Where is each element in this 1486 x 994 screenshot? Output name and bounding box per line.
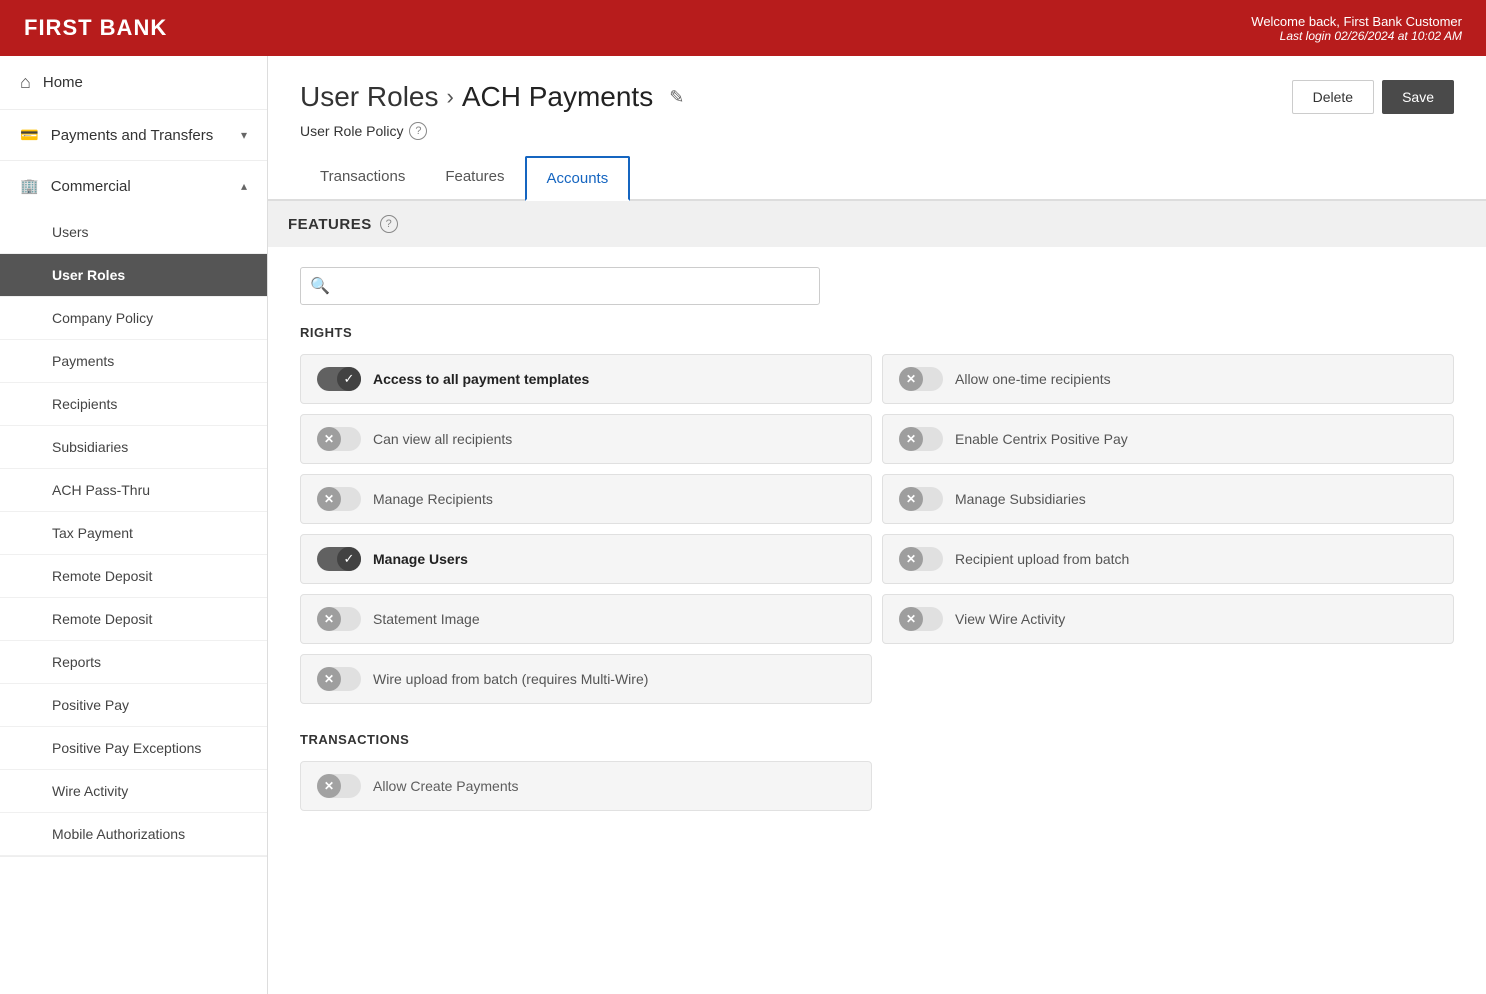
features-section: FEATURES ? 🔍 RIGHTS ✓ — [268, 201, 1486, 843]
toggle-manage-recipients[interactable]: ✕ — [317, 487, 361, 511]
edit-icon[interactable]: ✎ — [669, 87, 684, 108]
breadcrumb-parent[interactable]: User Roles — [300, 81, 438, 113]
list-item: ✕ Manage Recipients — [300, 474, 872, 524]
sidebar-item-users[interactable]: Users — [0, 211, 267, 254]
transactions-grid: ✕ Allow Create Payments — [300, 761, 1454, 811]
list-item: ✕ Wire upload from batch (requires Multi… — [300, 654, 872, 704]
user-role-policy: User Role Policy ? — [268, 122, 1486, 156]
sidebar-item-reports[interactable]: Reports — [0, 641, 267, 684]
toggle-enable-centrix[interactable]: ✕ — [899, 427, 943, 451]
sidebar-section-payments: 💳 Payments and Transfers ▾ — [0, 110, 267, 161]
toggle-label-allow-one-time-recipients: Allow one-time recipients — [955, 371, 1111, 387]
list-item: ✕ Enable Centrix Positive Pay — [882, 414, 1454, 464]
sidebar-item-positive-pay[interactable]: Positive Pay — [0, 684, 267, 727]
sidebar-commercial-label: Commercial — [51, 178, 131, 195]
toggle-manage-subsidiaries[interactable]: ✕ — [899, 487, 943, 511]
toggle-statement-image[interactable]: ✕ — [317, 607, 361, 631]
toggle-label-recipient-upload: Recipient upload from batch — [955, 551, 1129, 567]
toggle-allow-one-time-recipients[interactable]: ✕ — [899, 367, 943, 391]
list-item: ✕ Allow one-time recipients — [882, 354, 1454, 404]
breadcrumb-current: ACH Payments — [462, 81, 653, 113]
sidebar-payments-label: Payments and Transfers — [51, 127, 214, 144]
toggle-access-payment-templates[interactable]: ✓ — [317, 367, 361, 391]
toggle-can-view-recipients[interactable]: ✕ — [317, 427, 361, 451]
list-item: ✕ View Wire Activity — [882, 594, 1454, 644]
toggle-manage-users[interactable]: ✓ — [317, 547, 361, 571]
commercial-icon: 🏢 — [20, 177, 39, 195]
toggle-label-manage-recipients: Manage Recipients — [373, 491, 493, 507]
content-actions: Delete Save — [1292, 80, 1454, 114]
toggle-label-enable-centrix: Enable Centrix Positive Pay — [955, 431, 1128, 447]
list-item: ✕ Allow Create Payments — [300, 761, 872, 811]
rights-title: RIGHTS — [300, 325, 1454, 340]
app-header: FIRST BANK Welcome back, First Bank Cust… — [0, 0, 1486, 56]
sidebar-item-remote-deposit-1[interactable]: Remote Deposit — [0, 555, 267, 598]
save-button[interactable]: Save — [1382, 80, 1454, 114]
tabs-container: Transactions Features Accounts — [268, 156, 1486, 201]
sidebar-item-payments[interactable]: Payments — [0, 340, 267, 383]
toggle-label-access-payment-templates: Access to all payment templates — [373, 371, 589, 387]
chevron-down-icon: ▾ — [241, 128, 247, 142]
list-item: ✕ Can view all recipients — [300, 414, 872, 464]
list-item: ✕ Recipient upload from batch — [882, 534, 1454, 584]
sidebar-section-commercial: 🏢 Commercial ▴ Users User Roles Company … — [0, 161, 267, 857]
sidebar-item-mobile-authorizations[interactable]: Mobile Authorizations — [0, 813, 267, 856]
toggle-label-can-view-recipients: Can view all recipients — [373, 431, 512, 447]
search-container: 🔍 — [300, 267, 1454, 305]
sidebar-item-company-policy[interactable]: Company Policy — [0, 297, 267, 340]
sidebar-item-subsidiaries[interactable]: Subsidiaries — [0, 426, 267, 469]
list-item: ✓ Access to all payment templates — [300, 354, 872, 404]
bank-logo: FIRST BANK — [24, 15, 167, 41]
features-title: FEATURES — [288, 216, 372, 233]
sidebar-item-remote-deposit-2[interactable]: Remote Deposit — [0, 598, 267, 641]
toggle-label-allow-create-payments: Allow Create Payments — [373, 778, 519, 794]
sidebar-item-tax-payment[interactable]: Tax Payment — [0, 512, 267, 555]
delete-button[interactable]: Delete — [1292, 80, 1374, 114]
transactions-title: TRANSACTIONS — [300, 732, 1454, 747]
tab-accounts[interactable]: Accounts — [525, 156, 631, 201]
features-section-header: FEATURES ? — [268, 201, 1486, 247]
sidebar-item-wire-activity[interactable]: Wire Activity — [0, 770, 267, 813]
rights-grid: ✓ Access to all payment templates ✕ Allo… — [300, 354, 1454, 704]
toggle-label-manage-subsidiaries: Manage Subsidiaries — [955, 491, 1086, 507]
toggle-label-view-wire-activity: View Wire Activity — [955, 611, 1065, 627]
list-item: ✓ Manage Users — [300, 534, 872, 584]
sidebar-item-positive-pay-exceptions[interactable]: Positive Pay Exceptions — [0, 727, 267, 770]
toggle-recipient-upload[interactable]: ✕ — [899, 547, 943, 571]
toggle-label-wire-upload: Wire upload from batch (requires Multi-W… — [373, 671, 648, 687]
sidebar-item-user-roles[interactable]: User Roles — [0, 254, 267, 297]
tab-transactions[interactable]: Transactions — [300, 156, 425, 201]
sidebar-item-home[interactable]: ⌂ Home — [0, 56, 267, 110]
search-icon: 🔍 — [310, 276, 330, 296]
sidebar-commercial-header[interactable]: 🏢 Commercial ▴ — [0, 161, 267, 211]
sidebar: ⌂ Home 💳 Payments and Transfers ▾ 🏢 Comm… — [0, 56, 268, 994]
features-help-icon[interactable]: ? — [380, 215, 398, 233]
toggle-label-manage-users: Manage Users — [373, 551, 468, 567]
header-welcome: Welcome back, First Bank Customer Last l… — [1251, 14, 1462, 43]
content-header: User Roles › ACH Payments ✎ Delete Save — [268, 56, 1486, 122]
main-content: User Roles › ACH Payments ✎ Delete Save … — [268, 56, 1486, 994]
sidebar-item-ach-pass-thru[interactable]: ACH Pass-Thru — [0, 469, 267, 512]
search-input[interactable] — [300, 267, 820, 305]
toggle-allow-create-payments[interactable]: ✕ — [317, 774, 361, 798]
toggle-label-statement-image: Statement Image — [373, 611, 480, 627]
sidebar-payments-header[interactable]: 💳 Payments and Transfers ▾ — [0, 110, 267, 160]
policy-label: User Role Policy — [300, 123, 403, 139]
sidebar-home-label: Home — [43, 74, 83, 91]
toggle-wire-upload[interactable]: ✕ — [317, 667, 361, 691]
sidebar-item-recipients[interactable]: Recipients — [0, 383, 267, 426]
sidebar-commercial-sub-items: Users User Roles Company Policy Payments… — [0, 211, 267, 856]
search-input-wrap: 🔍 — [300, 267, 820, 305]
policy-help-icon[interactable]: ? — [409, 122, 427, 140]
toggle-view-wire-activity[interactable]: ✕ — [899, 607, 943, 631]
tab-features[interactable]: Features — [425, 156, 524, 201]
list-item: ✕ Manage Subsidiaries — [882, 474, 1454, 524]
breadcrumb-separator: › — [446, 84, 453, 110]
breadcrumb: User Roles › ACH Payments ✎ — [300, 81, 684, 113]
main-layout: ⌂ Home 💳 Payments and Transfers ▾ 🏢 Comm… — [0, 56, 1486, 994]
list-item: ✕ Statement Image — [300, 594, 872, 644]
chevron-up-icon: ▴ — [241, 179, 247, 193]
home-icon: ⌂ — [20, 72, 31, 93]
payments-icon: 💳 — [20, 126, 39, 144]
